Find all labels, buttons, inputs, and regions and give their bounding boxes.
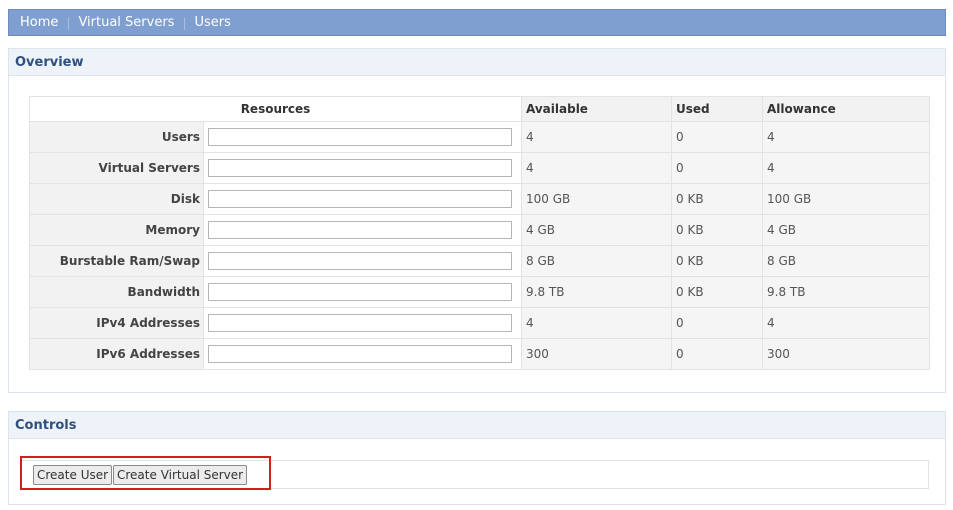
usage-bar-cell	[203, 152, 522, 184]
allowance-value: 8 GB	[762, 245, 930, 277]
used-value: 0	[671, 338, 763, 370]
used-value: 0	[671, 121, 763, 153]
breadcrumb-separator: |	[182, 15, 187, 30]
usage-bar	[208, 159, 512, 177]
used-value: 0	[671, 307, 763, 339]
usage-bar	[208, 314, 512, 332]
usage-bar	[208, 252, 512, 270]
allowance-value: 4	[762, 121, 930, 153]
resource-label: IPv4 Addresses	[29, 307, 204, 339]
available-value: 4	[521, 152, 672, 184]
table-row: Burstable Ram/Swap 8 GB 0 KB 8 GB	[29, 245, 930, 277]
overview-panel: Overview Resources Available Used Allowa…	[8, 48, 946, 393]
table-row: IPv6 Addresses 300 0 300	[29, 338, 930, 370]
allowance-value: 100 GB	[762, 183, 930, 215]
resource-label: Users	[29, 121, 204, 153]
allowance-value: 4	[762, 307, 930, 339]
resource-label: Virtual Servers	[29, 152, 204, 184]
table-row: Virtual Servers 4 0 4	[29, 152, 930, 184]
resource-label: Burstable Ram/Swap	[29, 245, 204, 277]
col-resources: Resources	[29, 96, 522, 122]
usage-bar	[208, 345, 512, 363]
resource-label: Memory	[29, 214, 204, 246]
usage-bar-cell	[203, 183, 522, 215]
used-value: 0 KB	[671, 276, 763, 308]
resource-label: IPv6 Addresses	[29, 338, 204, 370]
available-value: 4	[521, 307, 672, 339]
usage-bar-cell	[203, 245, 522, 277]
used-value: 0 KB	[671, 214, 763, 246]
table-row: Bandwidth 9.8 TB 0 KB 9.8 TB	[29, 276, 930, 308]
breadcrumb-separator: |	[66, 15, 71, 30]
table-header-row: Resources Available Used Allowance	[29, 96, 930, 122]
usage-bar-cell	[203, 276, 522, 308]
overview-header: Overview	[9, 49, 945, 76]
used-value: 0 KB	[671, 183, 763, 215]
used-value: 0 KB	[671, 245, 763, 277]
table-row: Memory 4 GB 0 KB 4 GB	[29, 214, 930, 246]
usage-bar-cell	[203, 338, 522, 370]
resources-table: Resources Available Used Allowance Users…	[29, 96, 930, 370]
table-row: Disk 100 GB 0 KB 100 GB	[29, 183, 930, 215]
breadcrumb-virtual-servers[interactable]: Virtual Servers	[78, 15, 174, 30]
available-value: 9.8 TB	[521, 276, 672, 308]
resource-label: Disk	[29, 183, 204, 215]
breadcrumb-users[interactable]: Users	[195, 15, 231, 30]
breadcrumb-home[interactable]: Home	[20, 15, 58, 30]
col-available: Available	[521, 96, 672, 122]
available-value: 100 GB	[521, 183, 672, 215]
available-value: 8 GB	[521, 245, 672, 277]
usage-bar	[208, 190, 512, 208]
table-row: IPv4 Addresses 4 0 4	[29, 307, 930, 339]
table-row: Users 4 0 4	[29, 121, 930, 153]
allowance-value: 4 GB	[762, 214, 930, 246]
allowance-value: 9.8 TB	[762, 276, 930, 308]
usage-bar	[208, 128, 512, 146]
create-virtual-server-button[interactable]: Create Virtual Server	[113, 465, 248, 485]
usage-bar-cell	[203, 307, 522, 339]
allowance-value: 4	[762, 152, 930, 184]
usage-bar	[208, 221, 512, 239]
resource-label: Bandwidth	[29, 276, 204, 308]
create-user-button[interactable]: Create User	[33, 465, 113, 485]
controls-header: Controls	[9, 412, 945, 439]
available-value: 300	[521, 338, 672, 370]
col-used: Used	[671, 96, 763, 122]
allowance-value: 300	[762, 338, 930, 370]
usage-bar-cell	[203, 214, 522, 246]
available-value: 4	[521, 121, 672, 153]
usage-bar-cell	[203, 121, 522, 153]
used-value: 0	[671, 152, 763, 184]
breadcrumb: Home | Virtual Servers | Users	[8, 9, 946, 36]
available-value: 4 GB	[521, 214, 672, 246]
controls-panel: Controls Create User Create Virtual Serv…	[8, 411, 946, 505]
usage-bar	[208, 283, 512, 301]
col-allowance: Allowance	[762, 96, 930, 122]
